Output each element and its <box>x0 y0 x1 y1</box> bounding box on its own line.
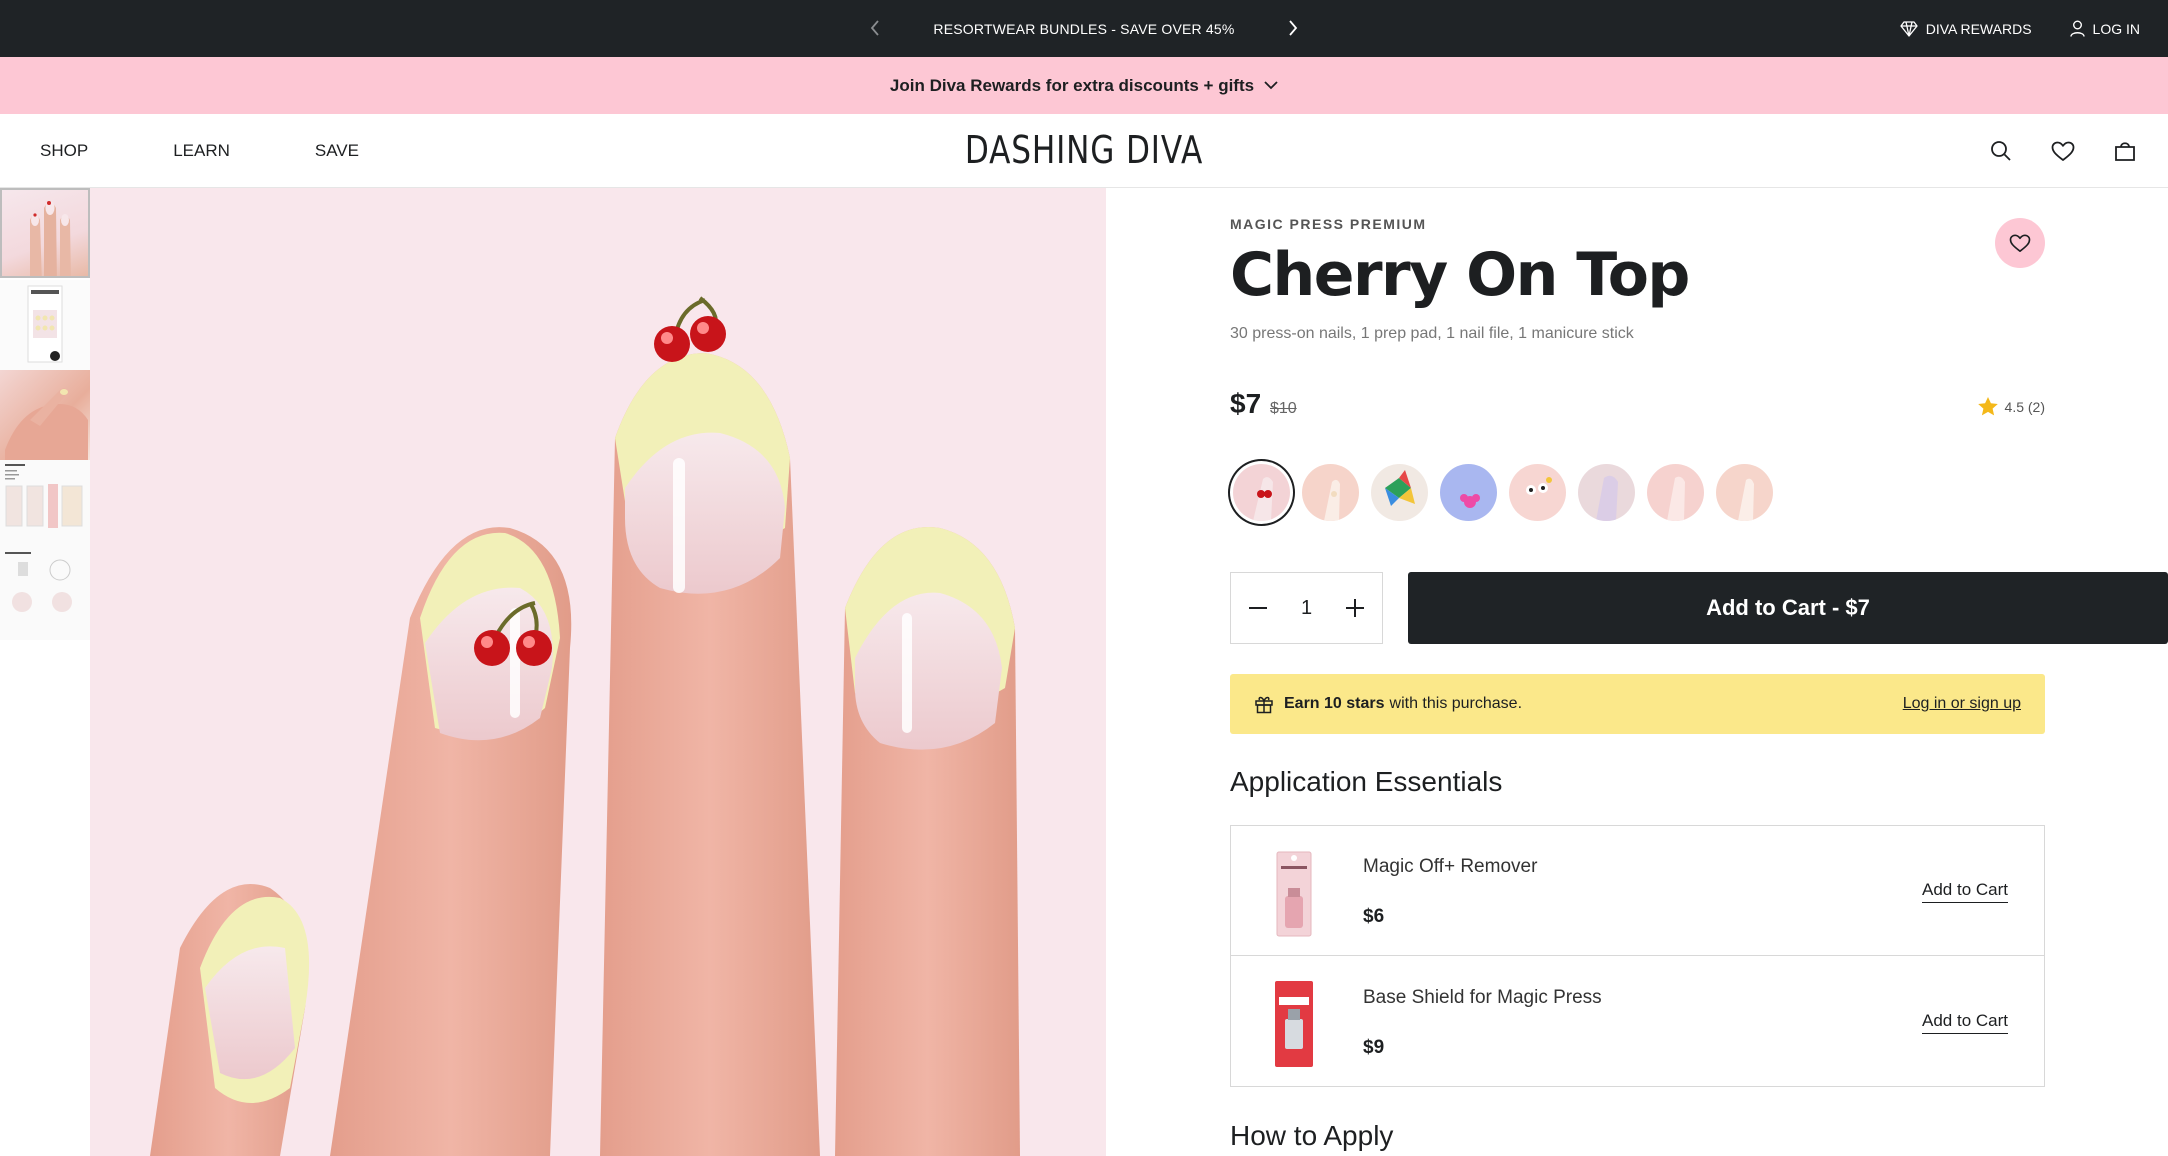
bag-icon <box>2115 142 2135 161</box>
wishlist-button[interactable] <box>2050 138 2076 164</box>
product-collection: MAGIC PRESS PREMIUM <box>1230 216 1427 232</box>
user-icon <box>2069 20 2085 37</box>
swatch-4[interactable] <box>1440 464 1497 521</box>
swatch-3[interactable] <box>1371 464 1428 521</box>
quantity-stepper: 1 <box>1230 572 1383 644</box>
product-contents: 30 press-on nails, 1 prep pad, 1 nail fi… <box>1230 325 1634 342</box>
price-row: $7 $10 4.5 (2) <box>1230 388 2045 424</box>
rewards-promo: Earn 10 stars with this purchase. Log in… <box>1230 674 2045 734</box>
diamond-icon <box>1900 20 1918 37</box>
base-shield-product-image <box>1275 981 1313 1067</box>
essentials-item-name[interactable]: Base Shield for Magic Press <box>1363 987 1602 1009</box>
hand-thumbnail-image <box>5 388 88 460</box>
login-signup-link[interactable]: Log in or sign up <box>1903 695 2021 713</box>
utility-links: DIVA REWARDS LOG IN <box>1900 0 2140 57</box>
thumbnail-2[interactable] <box>0 280 90 370</box>
star-icon <box>1977 397 1998 416</box>
essentials-heading: Application Essentials <box>1230 766 1503 797</box>
plus-icon <box>1346 599 1364 617</box>
how-to-apply-heading: How to Apply <box>1230 1120 1394 1151</box>
swatch-8[interactable] <box>1716 464 1773 521</box>
essentials-add-to-cart-button[interactable]: Add to Cart <box>1922 1011 2008 1034</box>
minus-icon <box>1249 607 1267 609</box>
nav-icons <box>1988 114 2138 188</box>
application-thumbnail-image <box>5 552 72 612</box>
heart-icon <box>2009 234 2031 252</box>
nails-hero-illustration <box>150 296 1020 1156</box>
rewards-banner[interactable]: Join Diva Rewards for extra discounts + … <box>0 57 2168 114</box>
thumbnail-5[interactable] <box>0 550 90 640</box>
swatch-cherry-image <box>1253 477 1273 521</box>
swatch-1[interactable] <box>1233 464 1290 521</box>
main-nav: SHOP LEARN SAVE DASHING DIVA <box>0 114 2168 188</box>
gift-icon <box>1254 694 1274 714</box>
essentials-item-price: $6 <box>1363 906 1385 927</box>
product-info: MAGIC PRESS PREMIUM Cherry On Top 30 pre… <box>1230 188 2168 1156</box>
compare-price: $10 <box>1270 400 1297 417</box>
swatch-6[interactable] <box>1578 464 1635 521</box>
product-price: $7 <box>1230 388 1262 419</box>
nails-thumbnail-image <box>30 201 71 276</box>
swatch-image <box>1324 479 1340 521</box>
add-to-cart-button[interactable]: Add to Cart - $7 <box>1408 572 2168 644</box>
rating-value: 4.5 (2) <box>2004 398 2045 415</box>
swatch-5[interactable] <box>1509 464 1566 521</box>
swatch-image <box>1738 478 1754 521</box>
remover-product-image <box>1276 851 1312 937</box>
swatch-image <box>1596 475 1618 521</box>
rewards-banner-text: Join Diva Rewards for extra discounts + … <box>889 75 1255 95</box>
essentials-add-to-cart-button[interactable]: Add to Cart <box>1922 880 2008 903</box>
search-icon <box>1991 141 2011 161</box>
product-title: Cherry On Top <box>1230 240 1690 310</box>
announcement-bar: RESORTWEAR BUNDLES - SAVE OVER 45% DIVA … <box>0 0 2168 57</box>
swatch-image <box>1526 477 1552 495</box>
swatch-image <box>1667 476 1685 521</box>
login-label: LOG IN <box>2092 20 2140 37</box>
rewards-earn-text: Earn 10 stars <box>1284 695 1385 712</box>
announcement-carousel: RESORTWEAR BUNDLES - SAVE OVER 45% <box>0 0 2168 57</box>
announcement-text[interactable]: RESORTWEAR BUNDLES - SAVE OVER 45% <box>874 21 1294 37</box>
swatch-7[interactable] <box>1647 464 1704 521</box>
variant-swatches <box>1233 464 1773 521</box>
heart-icon <box>2051 141 2075 161</box>
swatch-2[interactable] <box>1302 464 1359 521</box>
decrease-quantity-button[interactable] <box>1249 607 1267 609</box>
thumbnail-3[interactable] <box>0 370 90 460</box>
essentials-list: Magic Off+ Remover $6 Add to Cart Base S… <box>1230 825 2045 1087</box>
essentials-item-price: $9 <box>1363 1037 1385 1058</box>
package-thumbnail-image <box>27 285 63 363</box>
thumbnail-4[interactable] <box>0 460 90 550</box>
nav-item-shop[interactable]: SHOP <box>40 141 88 161</box>
swatch-image <box>1460 494 1480 508</box>
diva-rewards-label: DIVA REWARDS <box>1925 20 2032 37</box>
add-to-wishlist-button[interactable] <box>1995 218 2045 268</box>
chevron-right-icon <box>1289 20 1298 36</box>
diva-rewards-link[interactable]: DIVA REWARDS <box>1900 21 2032 37</box>
essentials-item: Magic Off+ Remover $6 Add to Cart <box>1231 826 2044 956</box>
chevron-down-icon <box>1264 81 1278 90</box>
rewards-rest-text: with this purchase. <box>1389 695 1523 712</box>
brand-logo[interactable]: DASHING DIVA <box>195 128 1973 172</box>
product-rating[interactable]: 4.5 (2) <box>1977 396 2045 417</box>
essentials-item-name[interactable]: Magic Off+ Remover <box>1363 856 1537 878</box>
swatch-image <box>1385 470 1415 506</box>
essentials-item: Base Shield for Magic Press $9 Add to Ca… <box>1231 957 2044 1087</box>
cart-button[interactable] <box>2112 138 2138 164</box>
thumbnail-list <box>0 188 90 1156</box>
quantity-value[interactable]: 1 <box>1301 597 1312 620</box>
announcement-next-button[interactable] <box>1278 13 1308 43</box>
increase-quantity-button[interactable] <box>1346 599 1364 617</box>
product-hero-image <box>90 188 1106 1156</box>
login-link[interactable]: LOG IN <box>2069 20 2140 37</box>
contents-thumbnail-image <box>5 464 83 528</box>
search-button[interactable] <box>1988 138 2014 164</box>
thumbnail-1[interactable] <box>0 188 90 278</box>
